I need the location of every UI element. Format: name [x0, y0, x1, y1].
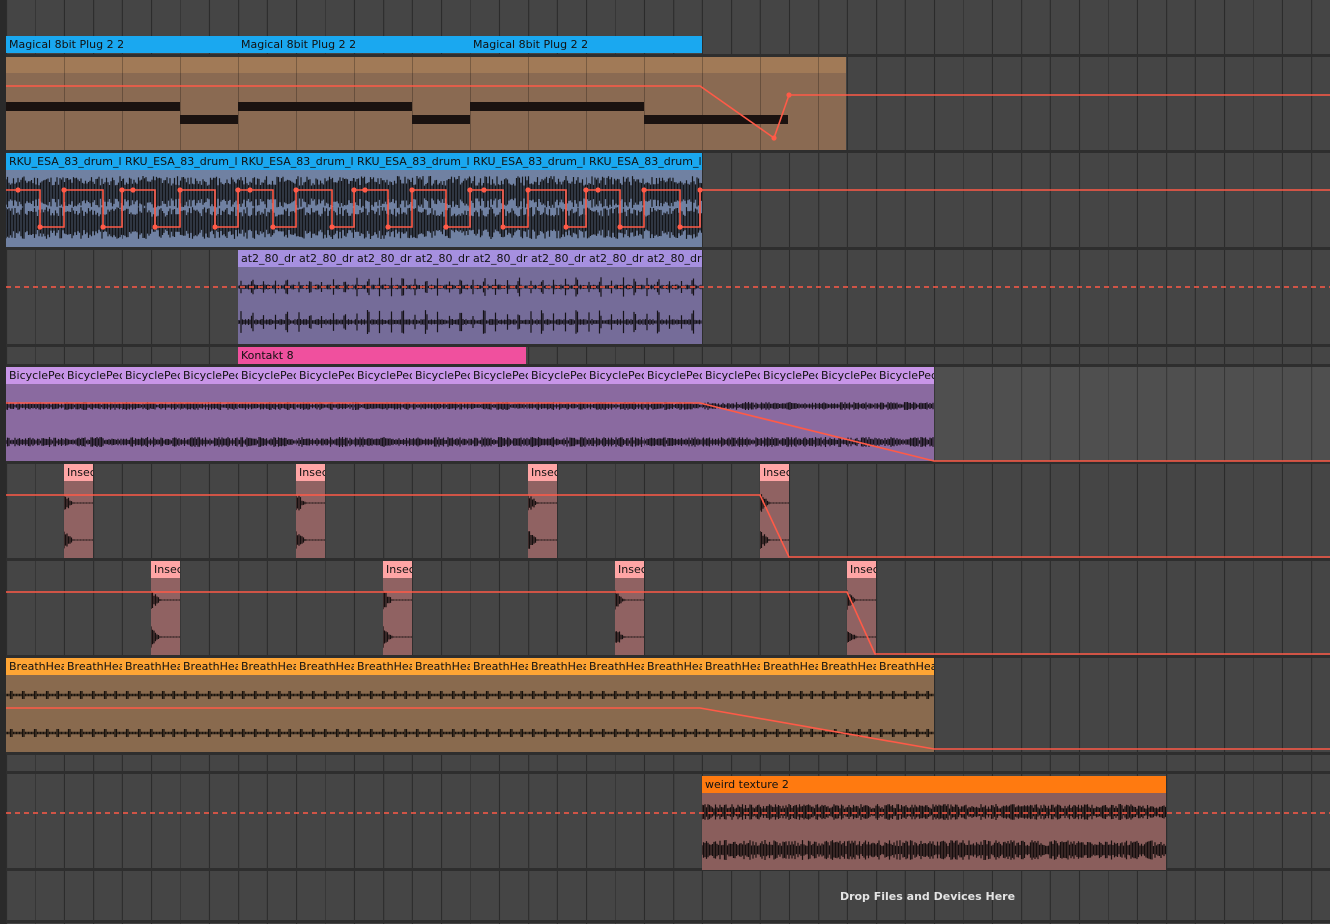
automation-point[interactable] — [443, 224, 449, 230]
automation-point[interactable] — [152, 224, 158, 230]
automation-point[interactable] — [362, 187, 368, 193]
automation-point[interactable] — [500, 224, 506, 230]
automation-point[interactable] — [786, 92, 792, 98]
automation-point[interactable] — [247, 187, 253, 193]
automation-line[interactable] — [6, 494, 1330, 558]
automation-point[interactable] — [270, 224, 276, 230]
automation-line[interactable] — [6, 189, 1330, 228]
drop-zone-label: Drop Files and Devices Here — [839, 889, 1016, 903]
automation-point[interactable] — [563, 224, 569, 230]
automation-point[interactable] — [37, 224, 43, 230]
automation-point[interactable] — [100, 224, 106, 230]
arrangement-view[interactable]: Magical 8bit Plug 2 2 Magical 8bit Plug 2… — [0, 0, 1330, 924]
automation-point[interactable] — [771, 135, 777, 141]
automation-overlay — [6, 85, 1330, 814]
automation-point[interactable] — [617, 224, 623, 230]
automation-point[interactable] — [119, 187, 125, 193]
automation-line[interactable] — [6, 402, 1330, 462]
automation-point[interactable] — [385, 224, 391, 230]
automation-point[interactable] — [467, 187, 473, 193]
automation-line[interactable] — [6, 591, 1330, 655]
automation-point[interactable] — [130, 187, 136, 193]
automation-line[interactable] — [6, 707, 1330, 750]
automation-point[interactable] — [409, 187, 415, 193]
automation-point[interactable] — [177, 187, 183, 193]
automation-point[interactable] — [641, 187, 647, 193]
automation-point[interactable] — [235, 187, 241, 193]
automation-point[interactable] — [329, 224, 335, 230]
automation-point[interactable] — [212, 224, 218, 230]
automation-point[interactable] — [595, 187, 601, 193]
drop-files-zone[interactable]: Drop Files and Devices Here — [700, 872, 1155, 920]
automation-point[interactable] — [525, 187, 531, 193]
automation-point[interactable] — [15, 187, 21, 193]
automation-point[interactable] — [677, 224, 683, 230]
automation-point[interactable] — [481, 187, 487, 193]
automation-line[interactable] — [6, 85, 1330, 140]
automation-point[interactable] — [61, 187, 67, 193]
automation-point[interactable] — [351, 187, 357, 193]
automation-point[interactable] — [697, 187, 703, 193]
automation-point[interactable] — [583, 187, 589, 193]
automation-point[interactable] — [293, 187, 299, 193]
